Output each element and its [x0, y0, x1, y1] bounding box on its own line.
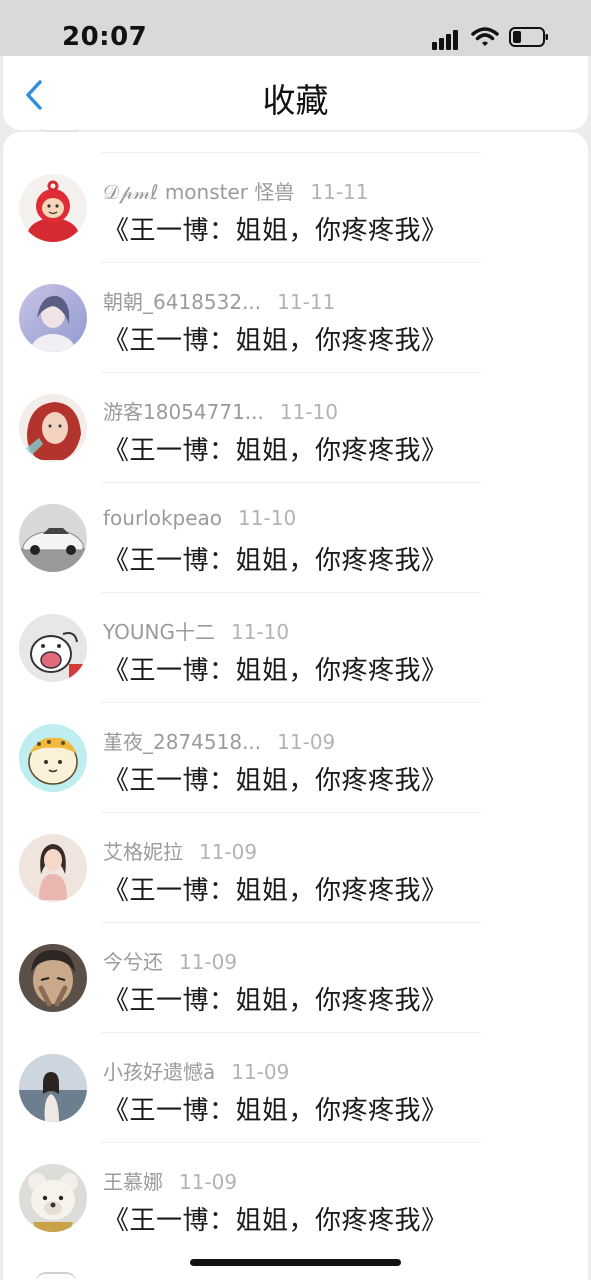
list-item[interactable]: 小孩好遗憾ā 11-09 《王一博：姐姐，你疼疼我》: [3, 1032, 588, 1142]
divider: [101, 262, 481, 263]
date: 11-09: [277, 730, 336, 754]
list-item[interactable]: 𝒟𝓅𝓂ℓ monster 怪兽 11-11 《王一博：姐姐，你疼疼我》: [3, 152, 588, 262]
username[interactable]: 王慕娜: [103, 1170, 163, 1194]
favorite-title[interactable]: 《王一博：姐姐，你疼疼我》: [103, 1200, 448, 1237]
home-indicator[interactable]: [190, 1259, 401, 1266]
divider: [101, 812, 481, 813]
status-time: 20:07: [62, 22, 148, 52]
signal-icon: [432, 28, 464, 50]
date: 11-09: [231, 1060, 290, 1084]
avatar[interactable]: [19, 724, 87, 792]
divider: [101, 482, 481, 483]
page-title: 收藏: [262, 81, 329, 120]
avatar[interactable]: [19, 944, 87, 1012]
favorite-title[interactable]: 《王一博：姐姐，你疼疼我》: [103, 650, 448, 687]
avatar[interactable]: [19, 834, 87, 902]
username[interactable]: 𝒟𝓅𝓂ℓ monster 怪兽: [103, 180, 294, 204]
avatar: [36, 1272, 76, 1280]
list-item[interactable]: 艾格妮拉 11-09 《王一博：姐姐，你疼疼我》: [3, 812, 588, 922]
divider: [101, 922, 481, 923]
favorite-title[interactable]: 《王一博：姐姐，你疼疼我》: [103, 320, 448, 357]
status-bar: 20:07: [0, 0, 591, 56]
favorite-title[interactable]: 《王一博：姐姐，你疼疼我》: [103, 870, 448, 907]
date: 11-09: [179, 1170, 238, 1194]
username[interactable]: 小孩好遗憾ā: [103, 1060, 215, 1084]
username[interactable]: YOUNG十二: [103, 620, 215, 644]
username[interactable]: 艾格妮拉: [103, 840, 183, 864]
avatar[interactable]: [19, 174, 87, 242]
avatar[interactable]: [19, 1164, 87, 1232]
divider: [101, 152, 481, 153]
divider: [101, 1142, 481, 1143]
favorite-title[interactable]: 《王一博：姐姐，你疼疼我》: [103, 430, 448, 467]
list-item[interactable]: fourlokpeao 11-10 《王一博：姐姐，你疼疼我》: [3, 482, 588, 592]
date: 11-11: [310, 180, 369, 204]
divider: [101, 702, 481, 703]
date: 11-09: [179, 950, 238, 974]
username[interactable]: 今兮还: [103, 950, 163, 974]
screen: 20:07 收藏 𝒟𝓅𝓂ℓ monster 怪兽 11-11 《王一博：姐姐，你…: [0, 0, 591, 1280]
date: 11-10: [230, 620, 290, 644]
list-item[interactable]: 游客18054771... 11-10 《王一博：姐姐，你疼疼我》: [3, 372, 588, 482]
list-item[interactable]: 王慕娜 11-09 《王一博：姐姐，你疼疼我》: [3, 1142, 588, 1252]
avatar[interactable]: [19, 394, 87, 462]
favorite-title[interactable]: 《王一博：姐姐，你疼疼我》: [103, 980, 448, 1017]
avatar[interactable]: [19, 1054, 87, 1122]
date: 11-10: [279, 400, 338, 424]
favorite-title[interactable]: 《王一博：姐姐，你疼疼我》: [103, 760, 448, 797]
list-item[interactable]: YOUNG十二 11-10 《王一博：姐姐，你疼疼我》: [3, 592, 588, 702]
avatar[interactable]: [19, 284, 87, 352]
favorite-title[interactable]: 《王一博：姐姐，你疼疼我》: [103, 210, 448, 247]
favorite-title[interactable]: 《王一博：姐姐，你疼疼我》: [103, 540, 448, 577]
divider: [101, 592, 481, 593]
divider: [101, 1032, 481, 1033]
date: 11-11: [277, 290, 336, 314]
avatar[interactable]: [19, 504, 87, 572]
list-item[interactable]: 朝朝_6418532... 11-11 《王一博：姐姐，你疼疼我》: [3, 262, 588, 372]
date: 11-09: [199, 840, 258, 864]
username[interactable]: 堇夜_2874518...: [103, 730, 261, 754]
battery-icon: [509, 27, 548, 47]
list-item[interactable]: 今兮还 11-09 《王一博：姐姐，你疼疼我》: [3, 922, 588, 1032]
date: 11-10: [238, 506, 297, 530]
wifi-icon: [471, 27, 499, 46]
avatar: [39, 126, 79, 132]
username[interactable]: fourlokpeao: [103, 506, 222, 530]
favorite-title[interactable]: 《王一博：姐姐，你疼疼我》: [103, 1090, 448, 1127]
username[interactable]: 朝朝_6418532...: [103, 290, 261, 314]
nav-header: 收藏: [3, 56, 588, 130]
avatar[interactable]: [19, 614, 87, 682]
list-item[interactable]: 堇夜_2874518... 11-09 《王一博：姐姐，你疼疼我》: [3, 702, 588, 812]
username[interactable]: 游客18054771...: [103, 400, 264, 424]
divider: [101, 372, 481, 373]
favorites-list: 𝒟𝓅𝓂ℓ monster 怪兽 11-11 《王一博：姐姐，你疼疼我》 朝朝_64…: [3, 130, 588, 1280]
